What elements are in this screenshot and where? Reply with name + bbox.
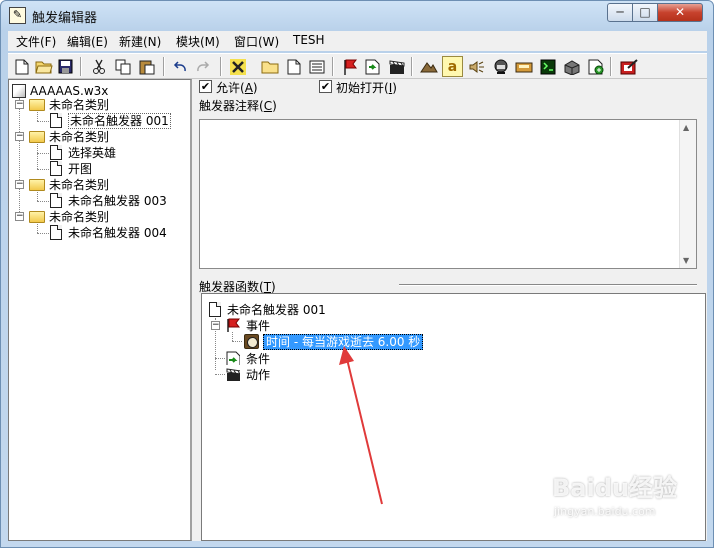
trigger-editor-window: ✎ 触发编辑器 ─ □ ✕ 文件(F) 编辑(E) 新建(N) 模块(M) 窗口… bbox=[0, 0, 714, 548]
annotation-arrow bbox=[339, 346, 383, 505]
baidu-watermark: Baidu经验 jingyan.baidu.com bbox=[552, 471, 702, 541]
watermark-brand: Baidu经验 bbox=[552, 474, 677, 502]
watermark-url: jingyan.baidu.com bbox=[554, 505, 656, 518]
